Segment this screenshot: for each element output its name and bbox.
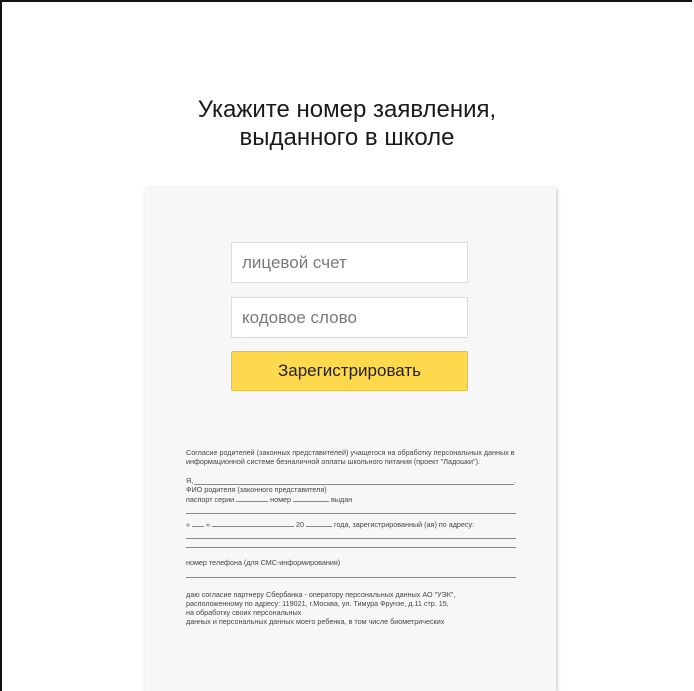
passport-series-blank (236, 494, 269, 502)
page-title-line-2: выданного в школе (239, 124, 455, 151)
account-input[interactable] (231, 242, 468, 283)
page-title: Укажите номер заявления, выданного в шко… (0, 96, 694, 152)
page-title-line-1: Укажите номер заявления, (197, 96, 497, 123)
registration-card: Зарегистрировать Согласие родителей (зак… (145, 188, 556, 691)
agreement-line-3: на обработку своих персональных (186, 608, 302, 617)
consent-document: Согласие родителей (законных представите… (186, 448, 516, 626)
year-prefix: 20 (296, 520, 304, 529)
consent-heading: Согласие родителей (законных представите… (186, 448, 515, 466)
phone-blank (186, 577, 516, 578)
register-button[interactable]: Зарегистрировать (231, 351, 468, 391)
address-blank-1 (186, 538, 516, 539)
passport-line: паспорт серии номер выдан (186, 494, 516, 504)
address-blank-2 (186, 547, 516, 548)
passport-issued-label: выдан (331, 495, 353, 504)
agreement-text: даю согласие партнеру Сбербанка - операт… (186, 590, 516, 626)
address-label: года, зарегистрированный (ая) по адресу: (334, 520, 475, 529)
agreement-line-1: даю согласие партнеру Сбербанка - операт… (186, 590, 456, 599)
passport-number-blank (293, 494, 330, 502)
passport-issued-blank (186, 513, 516, 514)
date-close-quote: » (206, 520, 210, 529)
date-line: « » 20 года, зарегистрированный (ая) по … (186, 519, 516, 529)
fio-label: ФИО родителя (законного представителя) (186, 485, 327, 494)
phone-label: номер телефона (для СМС-информирования) (186, 558, 341, 567)
passport-number-label: номер (270, 495, 292, 504)
code-word-input[interactable] (231, 297, 468, 338)
date-year-blank (306, 519, 332, 527)
agreement-line-2: расположенному по адресу: 119021, г.Моск… (186, 599, 449, 608)
fio-line: Я, . (186, 476, 516, 485)
passport-series-label: паспорт серии (186, 495, 235, 504)
date-open-quote: « (186, 520, 190, 529)
date-month-blank (212, 519, 294, 527)
fio-end-dot: . (514, 476, 516, 485)
date-day-blank (192, 519, 204, 527)
i-label: Я, (186, 476, 194, 485)
fio-blank (194, 477, 514, 485)
agreement-line-4: данных и персональных данных моего ребен… (186, 617, 445, 626)
